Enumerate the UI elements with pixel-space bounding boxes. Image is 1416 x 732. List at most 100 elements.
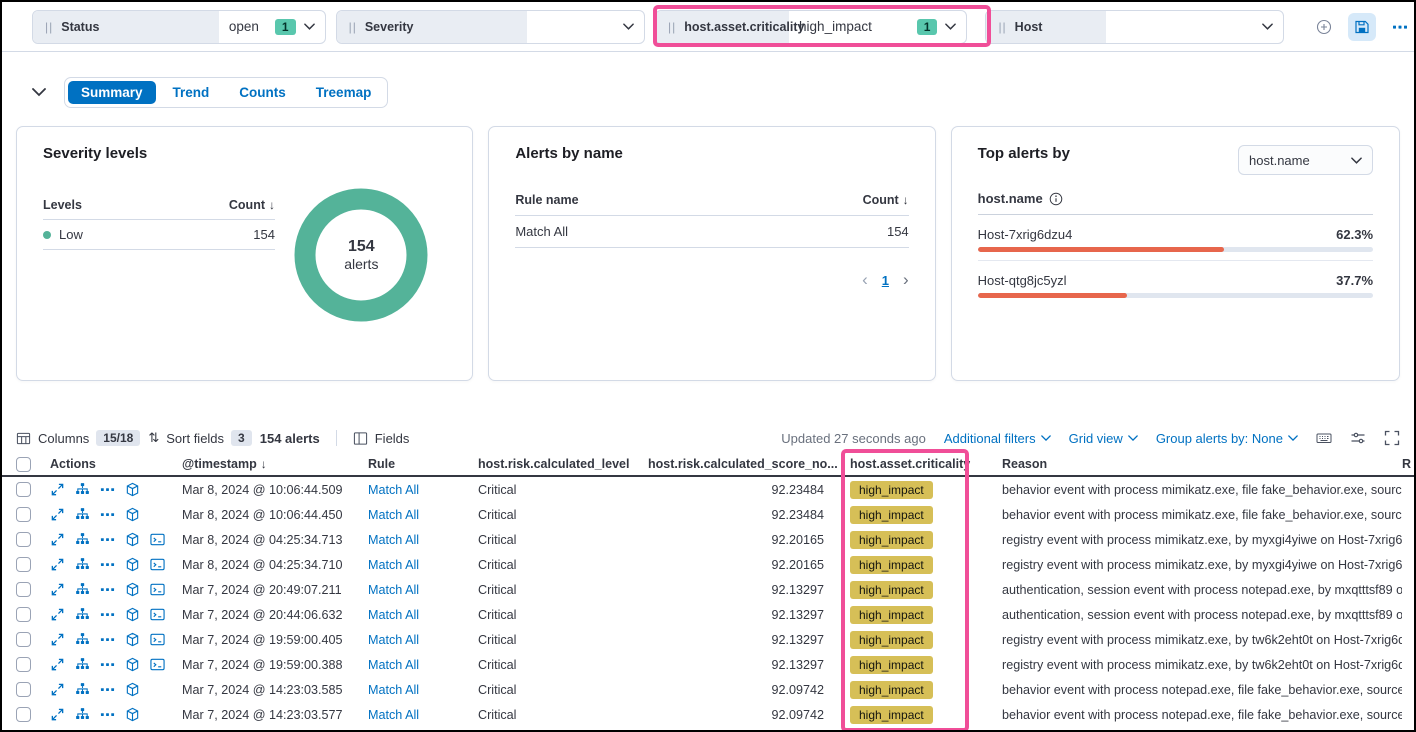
- row-checkbox[interactable]: [16, 557, 31, 572]
- row-checkbox[interactable]: [16, 707, 31, 722]
- prev-page-icon[interactable]: ‹: [862, 270, 868, 290]
- more-actions-icon[interactable]: [100, 557, 115, 572]
- session-viewer-icon[interactable]: [125, 507, 140, 522]
- more-actions-icon[interactable]: [100, 657, 115, 672]
- expand-alert-icon[interactable]: [50, 682, 65, 697]
- expand-alert-icon[interactable]: [50, 507, 65, 522]
- session-viewer-icon[interactable]: [125, 557, 140, 572]
- expand-alert-icon[interactable]: [50, 582, 65, 597]
- rule-link[interactable]: Match All: [368, 533, 419, 547]
- analyzer-icon[interactable]: [75, 657, 90, 672]
- row-checkbox[interactable]: [16, 507, 31, 522]
- session-viewer-icon[interactable]: [125, 632, 140, 647]
- drag-handle-icon[interactable]: ||: [668, 20, 676, 34]
- grid-view-button[interactable]: Grid view: [1069, 431, 1138, 446]
- rule-link[interactable]: Match All: [368, 558, 419, 572]
- top-alerts-field-select[interactable]: host.name: [1238, 145, 1373, 175]
- session-viewer-icon[interactable]: [125, 582, 140, 597]
- expand-alert-icon[interactable]: [50, 557, 65, 572]
- terminal-icon[interactable]: [150, 657, 165, 672]
- session-viewer-icon[interactable]: [125, 682, 140, 697]
- more-options-icon[interactable]: [1386, 13, 1414, 41]
- expand-alert-icon[interactable]: [50, 532, 65, 547]
- more-actions-icon[interactable]: [100, 582, 115, 597]
- more-actions-icon[interactable]: [100, 532, 115, 547]
- session-viewer-icon[interactable]: [125, 657, 140, 672]
- col-rule[interactable]: Rule: [368, 457, 478, 471]
- collapse-section-icon[interactable]: [32, 88, 46, 97]
- rule-link[interactable]: Match All: [368, 708, 419, 722]
- more-actions-icon[interactable]: [100, 507, 115, 522]
- more-actions-icon[interactable]: [100, 607, 115, 622]
- analyzer-icon[interactable]: [75, 507, 90, 522]
- sort-fields-button[interactable]: ⇅ Sort fields 3: [148, 430, 251, 446]
- terminal-icon[interactable]: [150, 582, 165, 597]
- filter-host-asset-criticality[interactable]: || host.asset.criticality high_impact 1: [655, 10, 967, 44]
- row-checkbox[interactable]: [16, 632, 31, 647]
- session-viewer-icon[interactable]: [125, 607, 140, 622]
- rule-link[interactable]: Match All: [368, 683, 419, 697]
- col-count[interactable]: Count↓: [863, 193, 909, 207]
- analyzer-icon[interactable]: [75, 682, 90, 697]
- analyzer-icon[interactable]: [75, 582, 90, 597]
- tab-trend[interactable]: Trend: [160, 81, 223, 104]
- group-alerts-button[interactable]: Group alerts by: None: [1156, 431, 1298, 446]
- col-risk-level[interactable]: host.risk.calculated_level: [478, 457, 648, 471]
- session-viewer-icon[interactable]: [125, 482, 140, 497]
- row-checkbox[interactable]: [16, 682, 31, 697]
- col-criticality[interactable]: host.asset.criticality: [838, 457, 996, 471]
- expand-alert-icon[interactable]: [50, 482, 65, 497]
- terminal-icon[interactable]: [150, 632, 165, 647]
- terminal-icon[interactable]: [150, 557, 165, 572]
- keyboard-shortcuts-icon[interactable]: [1316, 430, 1332, 446]
- expand-alert-icon[interactable]: [50, 607, 65, 622]
- drag-handle-icon[interactable]: ||: [45, 20, 53, 34]
- additional-filters-button[interactable]: Additional filters: [944, 431, 1051, 446]
- col-reason[interactable]: Reason: [996, 457, 1402, 471]
- filter-severity[interactable]: || Severity: [336, 10, 645, 44]
- col-risk-score[interactable]: host.risk.calculated_score_no...↓: [648, 457, 838, 471]
- filter-status[interactable]: || Status open 1: [32, 10, 326, 44]
- expand-alert-icon[interactable]: [50, 657, 65, 672]
- rule-link[interactable]: Match All: [368, 608, 419, 622]
- next-page-icon[interactable]: ›: [903, 270, 909, 290]
- analyzer-icon[interactable]: [75, 482, 90, 497]
- row-checkbox[interactable]: [16, 657, 31, 672]
- session-viewer-icon[interactable]: [125, 707, 140, 722]
- analyzer-icon[interactable]: [75, 607, 90, 622]
- columns-button[interactable]: Columns 15/18: [16, 430, 140, 446]
- rule-link[interactable]: Match All: [368, 508, 419, 522]
- expand-alert-icon[interactable]: [50, 707, 65, 722]
- drag-handle-icon[interactable]: ||: [349, 20, 357, 34]
- row-checkbox[interactable]: [16, 482, 31, 497]
- col-timestamp[interactable]: @timestamp↓: [182, 457, 368, 471]
- session-viewer-icon[interactable]: [125, 532, 140, 547]
- analyzer-icon[interactable]: [75, 707, 90, 722]
- filter-host[interactable]: || Host: [985, 10, 1284, 44]
- analyzer-icon[interactable]: [75, 557, 90, 572]
- row-checkbox[interactable]: [16, 532, 31, 547]
- tab-summary[interactable]: Summary: [68, 81, 156, 104]
- select-all-checkbox[interactable]: [16, 457, 31, 472]
- display-options-icon[interactable]: [1350, 430, 1366, 446]
- rule-link[interactable]: Match All: [368, 483, 419, 497]
- save-query-icon[interactable]: [1348, 13, 1376, 41]
- more-actions-icon[interactable]: [100, 682, 115, 697]
- drag-handle-icon[interactable]: ||: [998, 20, 1006, 34]
- terminal-icon[interactable]: [150, 532, 165, 547]
- more-actions-icon[interactable]: [100, 707, 115, 722]
- rule-link[interactable]: Match All: [368, 583, 419, 597]
- analyzer-icon[interactable]: [75, 532, 90, 547]
- more-actions-icon[interactable]: [100, 482, 115, 497]
- more-actions-icon[interactable]: [100, 632, 115, 647]
- col-count[interactable]: Count↓: [229, 198, 275, 212]
- analyzer-icon[interactable]: [75, 632, 90, 647]
- add-filter-icon[interactable]: [1310, 13, 1338, 41]
- expand-alert-icon[interactable]: [50, 632, 65, 647]
- fields-button[interactable]: Fields: [353, 431, 410, 446]
- info-icon[interactable]: [1049, 192, 1063, 206]
- rule-link[interactable]: Match All: [368, 633, 419, 647]
- tab-counts[interactable]: Counts: [226, 81, 299, 104]
- page-number[interactable]: 1: [882, 273, 889, 288]
- row-checkbox[interactable]: [16, 582, 31, 597]
